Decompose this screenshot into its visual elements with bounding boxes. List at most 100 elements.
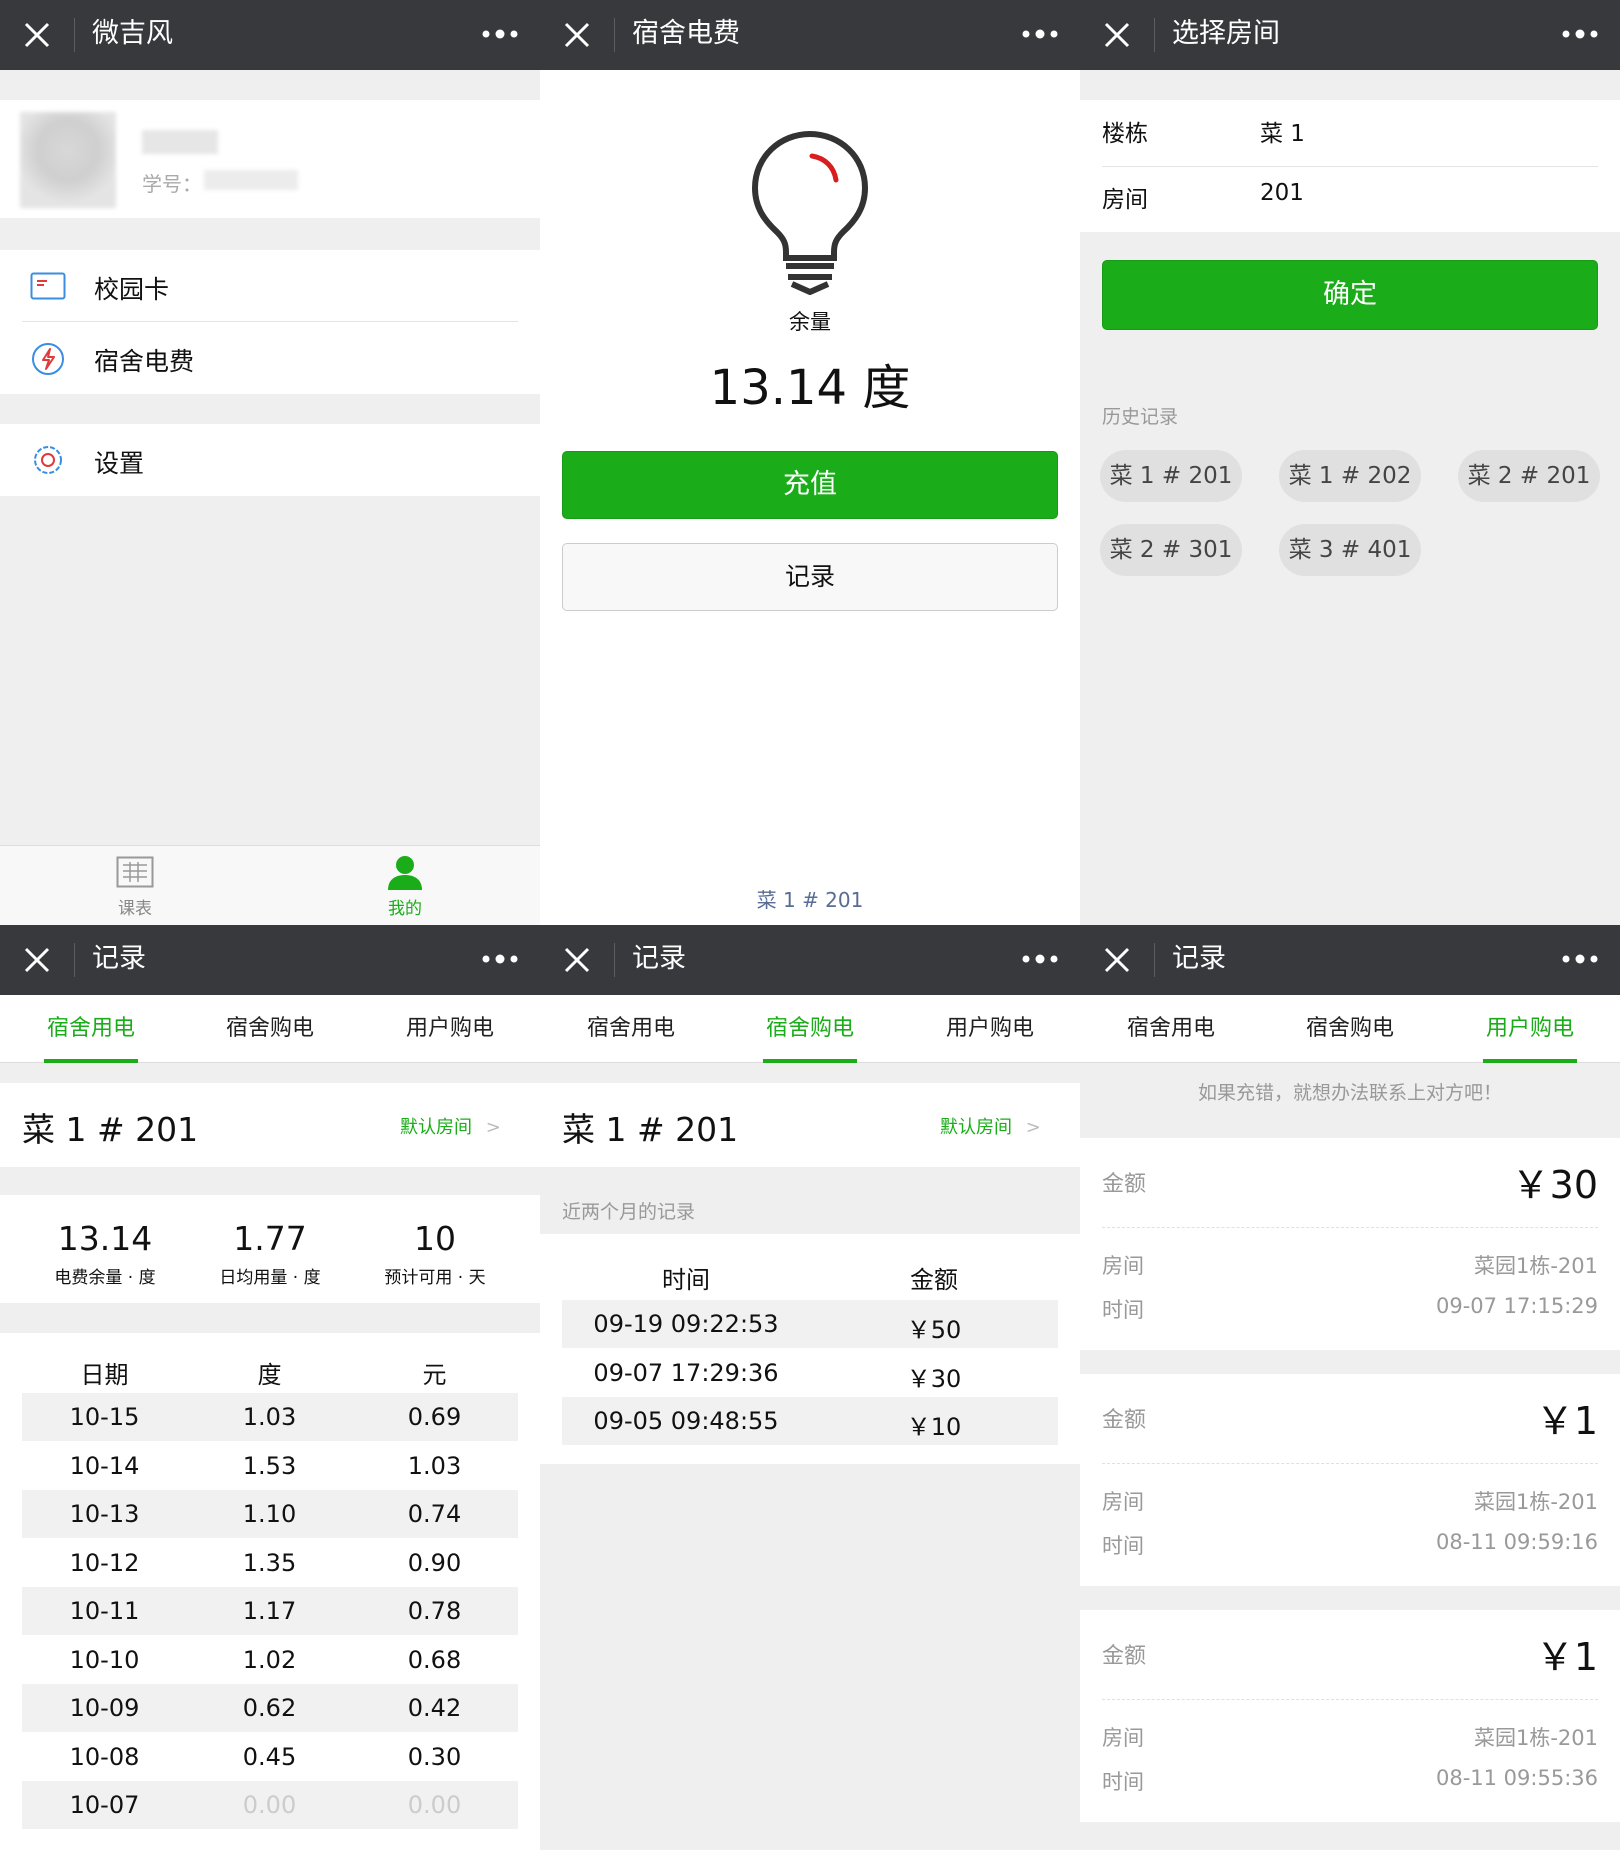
table-cell: 1.35 bbox=[242, 1548, 297, 1577]
more-icon[interactable] bbox=[1560, 949, 1600, 969]
table-cell: 0.45 bbox=[242, 1742, 297, 1771]
menu-item-settings[interactable]: 设置 bbox=[0, 424, 540, 496]
avatar bbox=[20, 112, 116, 208]
menu-group: 校园卡 宿舍电费 bbox=[0, 250, 540, 394]
history-chip[interactable]: 菜 3 # 401 bbox=[1279, 524, 1421, 576]
table-cell: 1.17 bbox=[242, 1597, 297, 1625]
room-value: 菜园1栋-201 bbox=[1473, 1726, 1598, 1750]
building-picker[interactable]: 菜 1 bbox=[1260, 114, 1305, 148]
more-icon[interactable] bbox=[1020, 949, 1060, 969]
more-icon[interactable] bbox=[1560, 24, 1600, 44]
default-room-link[interactable]: 默认房间 > bbox=[400, 1113, 501, 1139]
close-icon[interactable] bbox=[1102, 945, 1132, 975]
building-label: 楼栋 bbox=[1102, 121, 1148, 147]
table-cell: 1.03 bbox=[242, 1403, 297, 1431]
nav-title: 记录 bbox=[92, 943, 146, 974]
nav-title: 宿舍电费 bbox=[632, 18, 740, 49]
default-room-label: 默认房间 bbox=[400, 1117, 472, 1138]
history-chip[interactable]: 菜 1 # 202 bbox=[1279, 450, 1421, 502]
remain-value: 13.14 度 bbox=[709, 360, 911, 416]
room-label: 房间 bbox=[1102, 187, 1148, 213]
profile-card[interactable]: 学号： bbox=[0, 100, 540, 218]
room-label: 房间 bbox=[1102, 1726, 1144, 1750]
room-link[interactable]: 菜 1 # 201 bbox=[540, 884, 1080, 913]
history-chip[interactable]: 菜 2 # 301 bbox=[1100, 524, 1242, 576]
nav-bar: 宿舍电费 bbox=[540, 0, 1080, 70]
menu-item-dorm-fee[interactable]: 宿舍电费 bbox=[0, 322, 540, 394]
tab-dorm-usage[interactable]: 宿舍用电 bbox=[44, 995, 138, 1063]
confirm-button[interactable]: 确定 bbox=[1102, 260, 1598, 330]
table-row: 10-09 0.62 0.42 bbox=[22, 1684, 518, 1732]
tab-user-purchase[interactable]: 用户购电 bbox=[943, 995, 1037, 1063]
tab-user-purchase[interactable]: 用户购电 bbox=[403, 995, 497, 1063]
table-row: 09-07 17:29:36 ￥30 bbox=[562, 1349, 1058, 1397]
dashed-divider bbox=[1102, 1463, 1598, 1464]
record-card: 金额 ￥30 房间 菜园1栋-201 时间 09-07 17:15:29 bbox=[1080, 1138, 1620, 1350]
tab-dorm-purchase[interactable]: 宿舍购电 bbox=[763, 995, 857, 1063]
table-cell: 0.00 bbox=[407, 1791, 462, 1819]
stat-label: 预计可用 · 天 bbox=[384, 1268, 486, 1288]
more-icon[interactable] bbox=[480, 24, 520, 44]
recharge-button[interactable]: 充值 bbox=[562, 451, 1058, 519]
close-icon[interactable] bbox=[1102, 20, 1132, 50]
default-room-link[interactable]: 默认房间 > bbox=[940, 1113, 1041, 1139]
close-icon[interactable] bbox=[22, 20, 52, 50]
more-icon[interactable] bbox=[1020, 24, 1060, 44]
tab-dorm-usage[interactable]: 宿舍用电 bbox=[1124, 995, 1218, 1063]
table-cell: 10-11 bbox=[69, 1597, 140, 1625]
history-chip[interactable]: 菜 2 # 201 bbox=[1458, 450, 1600, 502]
col-header-date: 日期 bbox=[80, 1361, 129, 1389]
tab-user-purchase[interactable]: 用户购电 bbox=[1483, 995, 1577, 1063]
tab-dorm-usage[interactable]: 宿舍用电 bbox=[584, 995, 678, 1063]
nav-bar: 记录 bbox=[1080, 925, 1620, 995]
table-row: 10-14 1.53 1.03 bbox=[22, 1442, 518, 1490]
table-row: 10-13 1.10 0.74 bbox=[22, 1490, 518, 1538]
table-row: 09-19 09:22:53 ￥50 bbox=[562, 1300, 1058, 1348]
usage-table: 日期 度 元 10-15 1.03 0.69 10-14 1.53 1.03 10-13 1.… bbox=[0, 1333, 540, 1850]
menu-item-campus-card[interactable]: 校园卡 bbox=[0, 250, 540, 322]
tab-label: 课表 bbox=[118, 899, 152, 919]
nav-title: 选择房间 bbox=[1172, 18, 1280, 49]
tab-timetable[interactable]: 课表 bbox=[85, 846, 185, 925]
table-cell: 09-07 17:29:36 bbox=[593, 1358, 779, 1387]
close-icon[interactable] bbox=[562, 20, 592, 50]
tab-dorm-purchase[interactable]: 宿舍购电 bbox=[223, 995, 317, 1063]
remain-label: 余量 bbox=[789, 310, 831, 334]
record-tabs: 宿舍用电 宿舍购电 用户购电 bbox=[1080, 995, 1620, 1063]
close-icon[interactable] bbox=[562, 945, 592, 975]
nav-title: 微吉风 bbox=[92, 18, 173, 49]
card-icon bbox=[30, 272, 66, 300]
table-cell: 0.62 bbox=[242, 1694, 297, 1722]
nav-separator bbox=[1154, 943, 1155, 977]
room-label: 房间 bbox=[1102, 1254, 1144, 1278]
tab-mine[interactable]: 我的 bbox=[355, 846, 455, 925]
user-purchase-panel: 记录 宿舍用电 宿舍购电 用户购电 如果充错，就想办法联系上对方吧！ 金额 ￥30… bbox=[1080, 925, 1620, 1850]
table-cell: 10-14 bbox=[69, 1451, 140, 1480]
table-cell: 10-15 bbox=[69, 1403, 140, 1431]
room-header: 菜 1 # 201 默认房间 > bbox=[0, 1083, 540, 1167]
tab-dorm-purchase[interactable]: 宿舍购电 bbox=[1303, 995, 1397, 1063]
notice-text: 如果充错，就想办法联系上对方吧！ bbox=[1197, 1082, 1502, 1104]
menu-label: 宿舍电费 bbox=[94, 347, 195, 376]
nav-separator bbox=[614, 18, 615, 52]
table-cell: 10-13 bbox=[69, 1500, 140, 1528]
time-value: 08-11 09:55:36 bbox=[1435, 1766, 1598, 1790]
amount-value: ￥1 bbox=[1535, 1635, 1598, 1679]
history-chip[interactable]: 菜 1 # 201 bbox=[1100, 450, 1242, 502]
timetable-icon bbox=[116, 856, 154, 888]
nav-separator bbox=[74, 18, 75, 52]
table-row: 10-11 1.17 0.78 bbox=[22, 1587, 518, 1635]
table-cell: 1.10 bbox=[242, 1500, 297, 1528]
amount-value: ￥30 bbox=[1511, 1163, 1598, 1207]
stat-value: 13.14 bbox=[57, 1219, 153, 1258]
col-header-yuan: 元 bbox=[422, 1361, 447, 1389]
tab-label: 我的 bbox=[388, 899, 422, 919]
nav-title: 记录 bbox=[1172, 943, 1226, 974]
col-header-time: 时间 bbox=[662, 1266, 710, 1294]
stats-card: 13.14 电费余量 · 度 1.77 日均用量 · 度 10 预计可用 · 天 bbox=[0, 1195, 540, 1303]
close-icon[interactable] bbox=[22, 945, 52, 975]
record-button[interactable]: 记录 bbox=[562, 543, 1058, 611]
room-picker[interactable]: 201 bbox=[1260, 180, 1304, 206]
more-icon[interactable] bbox=[480, 949, 520, 969]
table-cell: ￥10 bbox=[906, 1413, 962, 1441]
